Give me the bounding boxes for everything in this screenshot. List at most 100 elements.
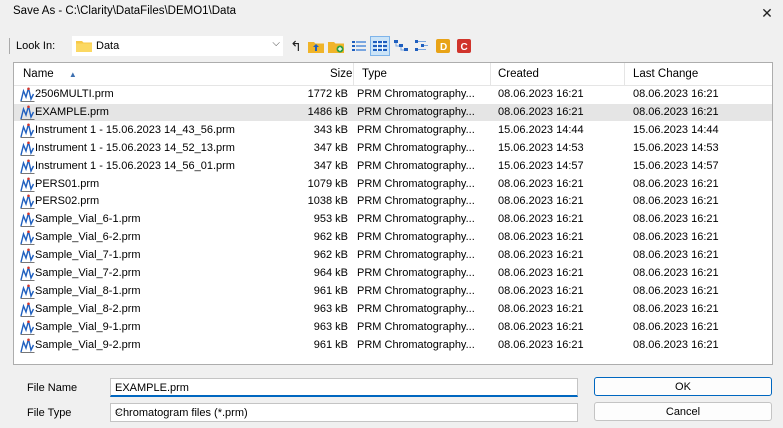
look-in-combobox[interactable]: Data ⌵	[72, 36, 283, 56]
file-last-change-cell: 08.06.2023 16:21	[633, 320, 719, 333]
look-in-label: Look In:	[16, 40, 56, 52]
file-last-change-cell: 08.06.2023 16:21	[633, 231, 719, 244]
file-created-cell: 08.06.2023 16:21	[498, 105, 584, 118]
up-folder-icon	[308, 42, 324, 53]
current-folder: Data	[96, 40, 120, 52]
file-type-cell: PRM Chromatography...	[357, 159, 475, 172]
file-last-change-cell: 08.06.2023 16:21	[633, 88, 719, 100]
database-d-button[interactable]: D	[434, 37, 452, 55]
file-type-cell: PRM Chromatography...	[357, 195, 475, 208]
file-type-cell: PRM Chromatography...	[357, 105, 475, 118]
column-last-change-header[interactable]: Last Change	[633, 68, 698, 80]
folder-icon	[76, 41, 92, 52]
cancel-button[interactable]: Cancel	[594, 402, 772, 421]
up-folder-button[interactable]	[307, 37, 325, 55]
file-size-cell: 962 kB	[313, 249, 348, 262]
chevron-down-icon: ⌵	[272, 38, 280, 49]
file-type-cell: PRM Chromatography...	[357, 123, 475, 136]
file-row[interactable]: PERS01.prm 1079 kB PRM Chromatography... 08…	[14, 176, 772, 193]
file-created-cell: 15.06.2023 14:44	[498, 123, 584, 136]
file-row[interactable]: PERS02.prm 1038 kB PRM Chromatography... 08…	[14, 193, 772, 210]
file-size-cell: 963 kB	[313, 302, 348, 315]
window-title: Save As - C:\Clarity\DataFiles\DEMO1\Dat…	[13, 5, 237, 17]
thumbnails-view-button[interactable]	[413, 37, 431, 55]
file-row[interactable]: Sample_Vial_6-1.prm 953 kB PRM Chromatogra…	[14, 211, 772, 228]
file-type-select[interactable]: Chromatogram files (*.prm) ⌵	[110, 403, 578, 422]
file-row[interactable]: Sample_Vial_8-2.prm 963 kB PRM Chromatogra…	[14, 301, 772, 318]
file-name-cell: Sample_Vial_9-1.prm	[35, 320, 141, 333]
file-row[interactable]: Instrument 1 - 15.06.2023 14_43_56.prm 34…	[14, 122, 772, 139]
file-type-cell: PRM Chromatography...	[357, 284, 475, 297]
new-folder-button[interactable]	[327, 37, 345, 55]
list-view-icon	[352, 41, 366, 51]
file-created-cell: 08.06.2023 16:21	[498, 213, 584, 226]
file-size-cell: 962 kB	[313, 231, 348, 244]
file-name-cell: Sample_Vial_7-2.prm	[35, 267, 141, 279]
tree-view-button[interactable]	[392, 37, 410, 55]
file-name-cell: Sample_Vial_8-2.prm	[35, 302, 141, 315]
column-divider[interactable]	[353, 63, 354, 85]
file-name-value: EXAMPLE.prm	[115, 382, 189, 394]
chromatogram-file-icon	[20, 159, 35, 174]
chromatogram-file-icon	[20, 123, 35, 138]
column-name-label: Name	[23, 68, 54, 80]
file-last-change-cell: 08.06.2023 16:21	[633, 177, 719, 190]
file-name-cell: Instrument 1 - 15.06.2023 14_56_01.prm	[35, 159, 235, 172]
database-c-button[interactable]: C	[455, 37, 473, 55]
file-name-input[interactable]: EXAMPLE.prm	[110, 378, 578, 397]
column-name-header[interactable]: Name ▲	[23, 68, 77, 80]
file-name-cell: Sample_Vial_8-1.prm	[35, 284, 141, 297]
chromatogram-file-icon	[20, 212, 35, 228]
file-row[interactable]: Sample_Vial_9-1.prm 963 kB PRM Chromatogra…	[14, 319, 772, 336]
file-row[interactable]: Instrument 1 - 15.06.2023 14_56_01.prm 34…	[14, 158, 772, 175]
close-button[interactable]: ✕	[751, 0, 783, 27]
file-row[interactable]: Instrument 1 - 15.06.2023 14_52_13.prm 34…	[14, 140, 772, 157]
file-name-cell: Instrument 1 - 15.06.2023 14_52_13.prm	[35, 141, 235, 154]
file-created-cell: 15.06.2023 14:53	[498, 141, 584, 154]
file-last-change-cell: 08.06.2023 16:21	[633, 267, 719, 279]
file-size-cell: 1772 kB	[307, 88, 348, 100]
file-last-change-cell: 08.06.2023 16:21	[633, 195, 719, 208]
file-size-cell: 963 kB	[313, 320, 348, 333]
column-type-header[interactable]: Type	[362, 68, 387, 80]
chromatogram-file-icon	[20, 194, 35, 210]
sort-ascending-icon: ▲	[68, 70, 77, 79]
chromatogram-file-icon	[20, 248, 35, 263]
file-type-cell: PRM Chromatography...	[357, 231, 475, 244]
file-created-cell: 08.06.2023 16:21	[498, 338, 584, 351]
back-icon: ↰	[290, 37, 302, 54]
file-row[interactable]: Sample_Vial_9-2.prm 961 kB PRM Chromatogra…	[14, 337, 772, 354]
file-row[interactable]: Sample_Vial_7-1.prm 962 kB PRM Chromatogra…	[14, 247, 772, 264]
file-last-change-cell: 08.06.2023 16:21	[633, 105, 719, 118]
file-name-cell: PERS01.prm	[35, 177, 100, 190]
file-row[interactable]: Sample_Vial_6-2.prm 962 kB PRM Chromatogra…	[14, 229, 772, 246]
file-size-cell: 961 kB	[313, 284, 348, 297]
file-type-cell: PRM Chromatography...	[357, 213, 475, 226]
file-type-cell: PRM Chromatography...	[357, 320, 475, 333]
file-name-cell: Instrument 1 - 15.06.2023 14_43_56.prm	[35, 123, 235, 136]
column-divider[interactable]	[490, 63, 491, 85]
file-list[interactable]: Name ▲ Size Type Created Last Change 250…	[13, 62, 773, 365]
file-row[interactable]: 2506MULTI.prm 1772 kB PRM Chromatography..…	[14, 86, 772, 103]
column-created-header[interactable]: Created	[498, 68, 539, 80]
file-created-cell: 15.06.2023 14:57	[498, 159, 584, 172]
chromatogram-file-icon	[20, 105, 35, 120]
ok-button[interactable]: OK	[594, 377, 772, 396]
column-divider[interactable]	[624, 63, 625, 85]
close-icon: ✕	[761, 5, 773, 21]
file-last-change-cell: 08.06.2023 16:21	[633, 249, 719, 262]
list-view-button[interactable]	[350, 37, 368, 55]
file-row[interactable]: Sample_Vial_7-2.prm 964 kB PRM Chromatogra…	[14, 265, 772, 282]
column-size-header[interactable]: Size	[330, 68, 352, 80]
file-row[interactable]: EXAMPLE.prm 1486 kB PRM Chromatography... 0…	[14, 103, 772, 121]
details-view-button[interactable]	[370, 36, 390, 56]
file-last-change-cell: 08.06.2023 16:21	[633, 213, 719, 226]
back-button[interactable]: ↰	[287, 37, 305, 55]
file-created-cell: 08.06.2023 16:21	[498, 320, 584, 333]
file-size-cell: 961 kB	[313, 338, 348, 351]
chromatogram-file-icon	[20, 302, 35, 317]
details-view-icon	[373, 41, 387, 51]
file-name-cell: EXAMPLE.prm	[35, 105, 109, 118]
chromatogram-file-icon	[20, 177, 35, 192]
file-row[interactable]: Sample_Vial_8-1.prm 961 kB PRM Chromatogra…	[14, 283, 772, 300]
